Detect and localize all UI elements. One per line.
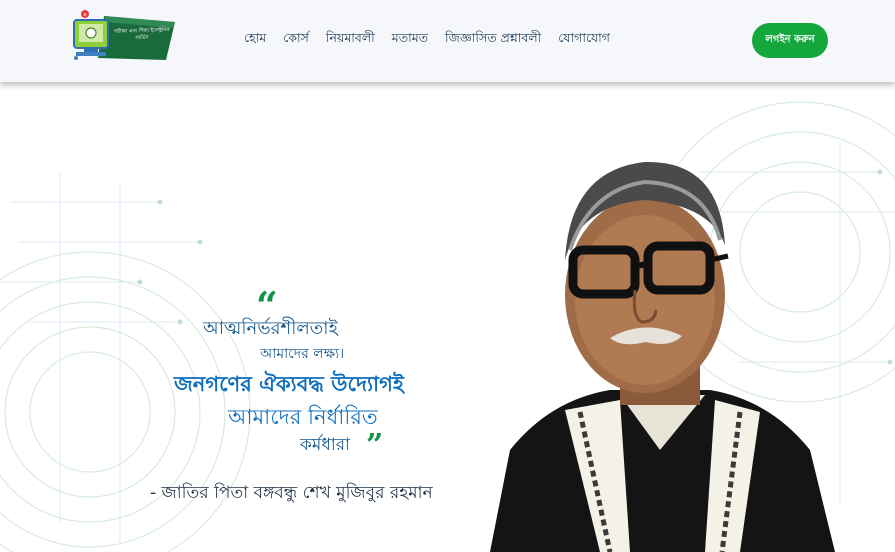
quote-close-icon: ”	[366, 428, 384, 463]
portrait-image	[490, 161, 835, 552]
nav-item-home[interactable]: হোম	[244, 30, 266, 50]
quote-attribution: - জাতির পিতা বঙ্গবন্ধু শেখ মুজিবুর রহমান	[150, 483, 433, 503]
nav-item-contact[interactable]: যোগাযোগ	[558, 30, 610, 50]
quote-line-3: জনগণের ঐক্যবদ্ধ উদ্যোগই	[174, 372, 404, 396]
svg-text:e: e	[83, 12, 86, 18]
site-logo[interactable]: e পরীক্ষা এবং শিক্ষা ইলেক্ট্রনিক সার্ভিস	[70, 8, 176, 64]
quote-line-1: আত্মনির্ভরশীলতাই	[203, 318, 338, 339]
nav-item-rules[interactable]: নিয়মাবলী	[326, 30, 375, 50]
site-header: e পরীক্ষা এবং শিক্ষা ইলেক্ট্রনিক সার্ভিস…	[0, 0, 895, 82]
main-nav: হোম কোর্স নিয়মাবলী মতামত জিজ্ঞাসিত প্রশ…	[244, 30, 627, 50]
quote-line-5: কর্মধারা	[300, 435, 351, 455]
nav-item-course[interactable]: কোর্স	[283, 30, 309, 50]
nav-item-faq[interactable]: জিজ্ঞাসিত প্রশ্নাবলী	[445, 30, 541, 50]
quote-line-4: আমাদের নির্ধারিত	[228, 405, 378, 429]
nav-item-feedback[interactable]: মতামত	[392, 30, 428, 50]
quote-line-2: আমাদের লক্ষ্য।	[260, 346, 345, 362]
login-button[interactable]: লগইন করুন	[752, 23, 828, 58]
logo-text: পরীক্ষা এবং শিক্ষা ইলেক্ট্রনিক সার্ভিস	[113, 27, 170, 42]
